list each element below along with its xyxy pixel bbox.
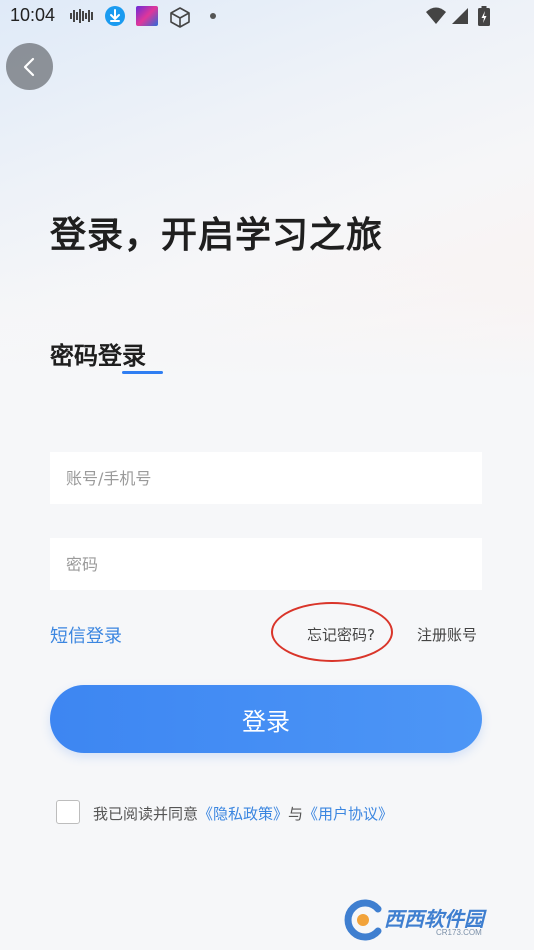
- cell-signal-icon: [450, 6, 470, 26]
- audio-wave-icon: [70, 6, 94, 26]
- page-headline: 登录，开启学习之旅: [50, 215, 384, 256]
- back-button[interactable]: [6, 43, 53, 90]
- agreement-text: 我已阅读并同意《隐私政策》与《用户协议》: [93, 803, 393, 824]
- sms-login-link[interactable]: 短信登录: [50, 622, 122, 648]
- watermark-url: CR173.COM: [436, 928, 482, 937]
- privacy-policy-link[interactable]: 《隐私政策》: [198, 805, 288, 823]
- cube-icon: [168, 6, 192, 28]
- app-notification-icon: [136, 6, 158, 26]
- agreement-checkbox[interactable]: [56, 800, 80, 824]
- agreement-prefix: 我已阅读并同意: [93, 805, 199, 823]
- download-icon: [105, 6, 125, 26]
- status-time: 10:04: [10, 5, 56, 25]
- register-link[interactable]: 注册账号: [417, 624, 477, 645]
- chevron-left-icon: [23, 57, 34, 76]
- agreement-conjunction: 与: [288, 805, 304, 823]
- user-agreement-link[interactable]: 《用户协议》: [303, 805, 393, 823]
- password-input[interactable]: [50, 538, 482, 590]
- more-notifications-dot-icon: [210, 13, 216, 19]
- wifi-icon: [425, 6, 447, 26]
- forgot-password-link[interactable]: 忘记密码?: [307, 624, 375, 645]
- watermark-c-logo-icon: [344, 899, 382, 941]
- status-bar: 10:04: [0, 0, 534, 34]
- header-gradient-background: [0, 0, 534, 380]
- site-watermark-logo: 西西软件园 CR173.COM: [340, 897, 516, 943]
- login-button[interactable]: 登录: [50, 685, 482, 753]
- battery-charging-icon: [478, 6, 490, 26]
- tab-password-login[interactable]: 密码登录: [50, 336, 146, 371]
- account-input[interactable]: [50, 452, 482, 504]
- active-tab-indicator: [122, 371, 163, 374]
